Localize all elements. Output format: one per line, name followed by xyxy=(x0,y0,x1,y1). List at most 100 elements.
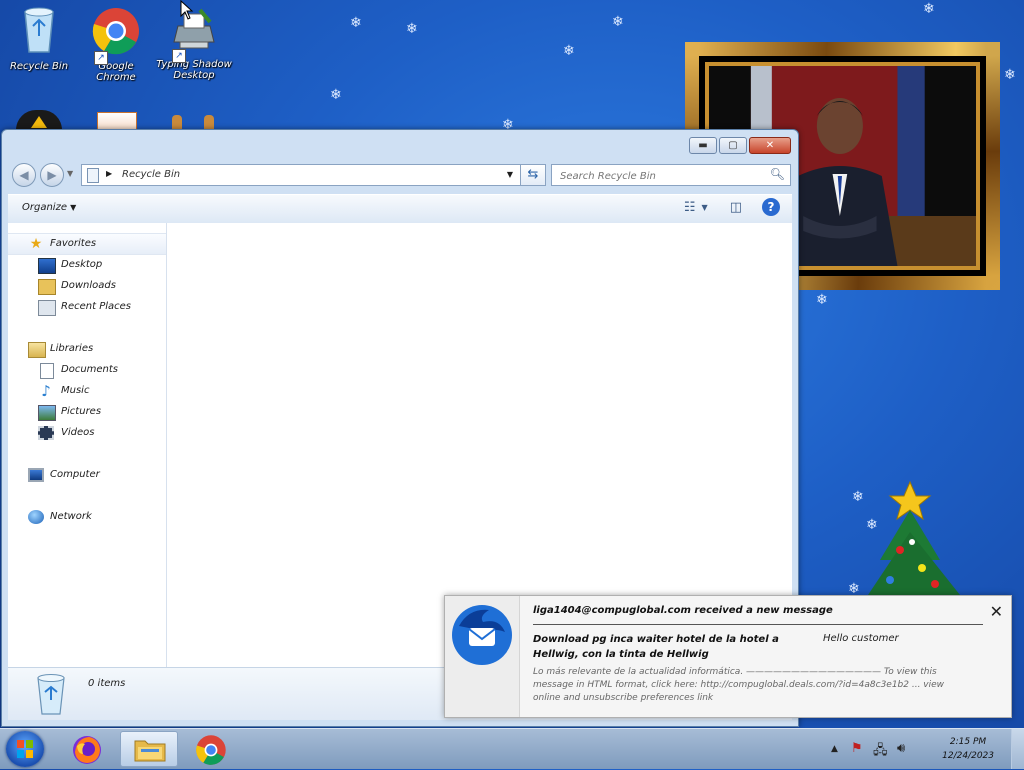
chrome-icon xyxy=(92,8,139,55)
recycle-bin-icon xyxy=(24,7,54,53)
address-dropdown-icon[interactable]: ▼ xyxy=(507,170,513,179)
downloads-folder-icon xyxy=(38,279,56,295)
mail-notification-toast[interactable]: liga1404@compuglobal.com received a new … xyxy=(444,595,1012,718)
recent-pages-dropdown-icon[interactable]: ▼ xyxy=(67,169,73,178)
desktop-icon-partial[interactable] xyxy=(16,110,62,130)
desktop-icon xyxy=(38,258,56,274)
taskbar-file-explorer[interactable] xyxy=(120,731,178,767)
forward-button[interactable]: ▶ xyxy=(40,163,64,187)
nav-item-downloads[interactable]: Downloads xyxy=(8,276,166,296)
network-icon[interactable]: 🖧︎ xyxy=(873,741,888,763)
desktop-icon-label: Google Chrome xyxy=(96,61,136,83)
network-globe-icon xyxy=(28,510,44,524)
close-icon: ✕ xyxy=(989,602,1003,621)
nav-item-desktop[interactable]: Desktop xyxy=(8,255,166,275)
search-input[interactable] xyxy=(558,166,762,186)
thunderbird-logo-panel xyxy=(445,596,520,717)
start-button[interactable] xyxy=(6,731,44,767)
nav-item-computer[interactable]: Computer xyxy=(8,465,166,485)
pictures-icon xyxy=(38,405,56,421)
nav-item-label: Downloads xyxy=(61,280,116,291)
search-icon: 🔍︎ xyxy=(769,167,785,181)
desktop-icon-partial[interactable] xyxy=(170,115,220,130)
nav-item-label: Documents xyxy=(61,364,119,375)
navigation-row: ◀ ▶ ▼ ▶ Recycle Bin ▼ ⇆ 🔍︎ xyxy=(10,161,791,189)
refresh-button[interactable]: ⇆ xyxy=(520,164,546,186)
clock[interactable]: 2:15 PM 12/24/2023 xyxy=(942,735,994,763)
nav-item-recent-places[interactable]: Recent Places xyxy=(8,297,166,317)
snowflake-decoration: ❄ xyxy=(1004,67,1016,83)
taskbar: ▲ ⚑ 🖧︎ 🔊︎ 2:15 PM 12/24/2023 xyxy=(0,728,1024,769)
notification-sender: Hello customer xyxy=(823,633,899,644)
minimize-button[interactable]: ▬ xyxy=(689,137,717,154)
recycle-bin-large-icon xyxy=(37,674,65,715)
vlc-cone-icon xyxy=(31,116,47,128)
view-options-dropdown-icon[interactable]: ▼ xyxy=(702,203,708,212)
window-caption-buttons: ▬ ▢ ✕ xyxy=(687,137,791,154)
shortcut-arrow-icon: ↗ xyxy=(94,51,108,65)
close-button[interactable]: ✕ xyxy=(749,137,791,154)
command-bar: Organize ▼ ☷ ▼ ◫ ? xyxy=(8,194,792,224)
minimize-icon: ▬ xyxy=(698,140,708,151)
nav-item-label: Recent Places xyxy=(61,301,131,312)
star-icon: ★ xyxy=(29,236,43,252)
printer-icon xyxy=(173,8,215,49)
nav-item-network[interactable]: Network xyxy=(8,507,166,527)
nav-item-videos[interactable]: Videos xyxy=(8,423,166,443)
organize-label: Organize xyxy=(22,202,67,213)
nav-item-label: Libraries xyxy=(50,343,94,354)
nav-item-pictures[interactable]: Pictures xyxy=(8,402,166,422)
nav-item-label: Music xyxy=(61,385,90,396)
address-bar[interactable]: ▶ Recycle Bin ▼ xyxy=(81,164,546,186)
nav-item-libraries[interactable]: Libraries xyxy=(8,339,166,359)
search-box[interactable]: 🔍︎ xyxy=(551,164,791,186)
system-tray: ▲ ⚑ 🖧︎ 🔊︎ 2:15 PM 12/24/2023 xyxy=(829,729,1024,769)
breadcrumb-recycle-bin[interactable]: Recycle Bin xyxy=(122,169,180,180)
desktop-icon-label: Typing Shadow Desktop xyxy=(156,59,232,81)
back-arrow-icon: ◀ xyxy=(19,168,29,182)
chrome-icon xyxy=(196,735,226,765)
change-view-icon[interactable]: ☷ xyxy=(684,200,696,215)
taskbar-firefox[interactable] xyxy=(58,731,116,767)
recent-places-icon xyxy=(38,300,56,316)
organize-button[interactable]: Organize ▼ xyxy=(22,202,76,213)
forward-arrow-icon: ▶ xyxy=(47,168,57,182)
firefox-icon xyxy=(73,736,101,764)
navigation-pane: ★ Favorites Desktop Downloads Recent Pla… xyxy=(8,223,167,667)
preview-pane-icon[interactable]: ◫ xyxy=(730,200,742,215)
nav-item-music[interactable]: ♪ Music xyxy=(8,381,166,401)
action-center-flag-icon[interactable]: ⚑ xyxy=(851,741,863,756)
notification-subject: Download pg inca waiter hotel de la hote… xyxy=(533,634,779,660)
snowflake-decoration: ❄ xyxy=(923,1,935,17)
desktop-icon-label: Recycle Bin xyxy=(9,61,69,72)
close-notification-button[interactable]: ✕ xyxy=(990,602,1003,621)
nav-item-label: Desktop xyxy=(61,259,103,270)
breadcrumb-separator-icon: ▶ xyxy=(106,169,113,178)
maximize-button[interactable]: ▢ xyxy=(719,137,747,154)
notification-title: liga1404@compuglobal.com received a new … xyxy=(533,605,833,616)
nav-item-label: Favorites xyxy=(50,238,97,249)
christmas-tree-decoration xyxy=(868,480,960,595)
mouse-cursor-icon xyxy=(180,0,194,20)
back-button[interactable]: ◀ xyxy=(12,163,36,187)
desktop-icon-google-chrome[interactable]: ↗ Google Chrome xyxy=(78,6,154,83)
film-strip-icon xyxy=(38,426,54,440)
view-controls: ☷ ▼ ◫ ? xyxy=(674,198,780,216)
nav-item-label: Pictures xyxy=(61,406,102,417)
volume-icon[interactable]: 🔊︎ xyxy=(897,741,905,756)
shortcut-arrow-icon: ↗ xyxy=(172,49,186,63)
thunderbird-icon xyxy=(452,605,512,665)
desktop-icon-typing-shadow-desktop[interactable]: ↗ Typing Shadow Desktop xyxy=(156,8,232,81)
show-desktop-button[interactable] xyxy=(1011,729,1024,769)
nav-item-documents[interactable]: Documents xyxy=(8,360,166,380)
nav-item-label: Videos xyxy=(61,427,95,438)
notification-body: Lo más relevante de la actualidad inform… xyxy=(533,667,945,703)
music-note-icon: ♪ xyxy=(41,382,51,400)
show-hidden-icons-button[interactable]: ▲ xyxy=(831,744,838,754)
desktop-icon-recycle-bin[interactable]: Recycle Bin xyxy=(1,4,77,72)
nav-item-favorites[interactable]: ★ Favorites xyxy=(8,233,166,255)
nav-item-label: Computer xyxy=(50,469,100,480)
taskbar-chrome[interactable] xyxy=(182,731,240,767)
recycle-bin-small-icon xyxy=(87,168,99,183)
help-icon[interactable]: ? xyxy=(762,198,780,216)
